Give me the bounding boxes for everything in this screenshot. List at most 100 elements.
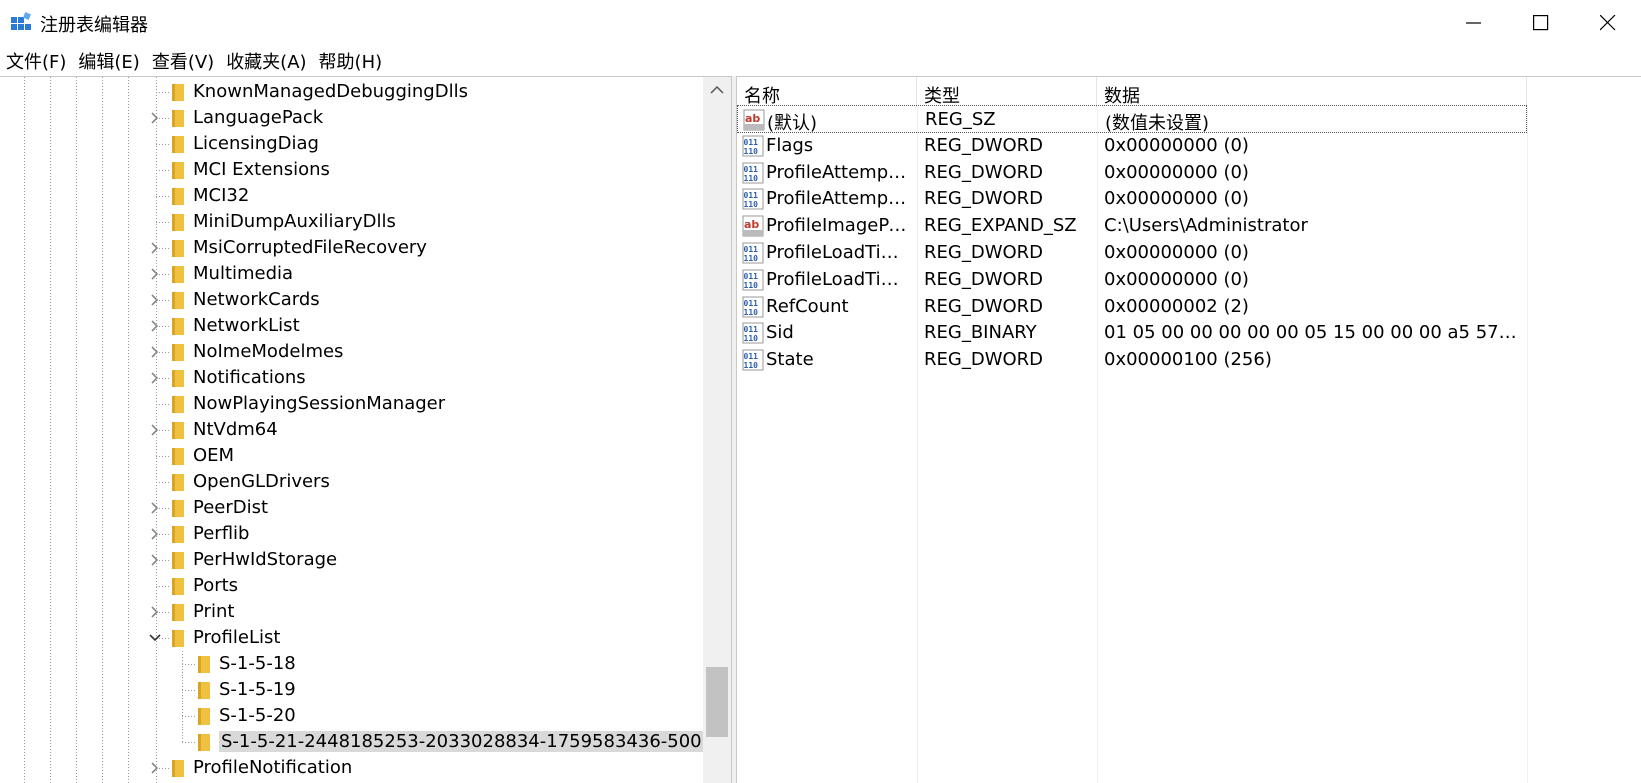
registry-editor-icon bbox=[11, 12, 31, 30]
chevron-right-icon[interactable] bbox=[148, 423, 162, 437]
tree-item[interactable]: Print bbox=[0, 599, 703, 625]
chevron-right-icon[interactable] bbox=[148, 501, 162, 515]
scroll-up-icon[interactable] bbox=[710, 85, 724, 95]
value-row[interactable]: 011110ProfileAttemptedProfileDownloadTim… bbox=[737, 185, 1527, 213]
tree-item[interactable]: LanguagePack bbox=[0, 105, 703, 131]
tree-item[interactable]: OEM bbox=[0, 443, 703, 469]
scrollbar-thumb[interactable] bbox=[706, 667, 728, 737]
menu-help[interactable]: 帮助(H) bbox=[319, 48, 383, 74]
svg-text:011: 011 bbox=[744, 299, 759, 308]
tree-item[interactable]: LicensingDiag bbox=[0, 131, 703, 157]
svg-text:011: 011 bbox=[744, 272, 759, 281]
maximize-button[interactable] bbox=[1508, 0, 1574, 46]
svg-text:011: 011 bbox=[744, 325, 759, 334]
value-type: REG_EXPAND_SZ bbox=[924, 215, 1077, 237]
tree-item[interactable]: NtVdm64 bbox=[0, 417, 703, 443]
tree-item-label: OEM bbox=[193, 445, 235, 466]
value-name: Flags bbox=[766, 134, 814, 156]
tree-item-label: S-1-5-20 bbox=[219, 705, 296, 726]
folder-icon bbox=[172, 344, 184, 361]
column-header-name[interactable]: 名称 bbox=[737, 77, 917, 107]
folder-icon bbox=[172, 760, 184, 777]
column-header-type[interactable]: 类型 bbox=[917, 77, 1097, 107]
value-data: 0x00000000 (0) bbox=[1104, 268, 1249, 290]
tree-item[interactable]: MCI Extensions bbox=[0, 157, 703, 183]
key-tree[interactable]: KnownManagedDebuggingDlls LanguagePack Lic… bbox=[0, 76, 731, 783]
tree-item[interactable]: OpenGLDrivers bbox=[0, 469, 703, 495]
tree-item[interactable]: S-1-5-21-2448185253-2033028834-175958343… bbox=[0, 729, 704, 755]
menu-bar: 文件(F) 编辑(E) 查看(V) 收藏夹(A) 帮助(H) bbox=[0, 46, 1641, 76]
chevron-right-icon[interactable] bbox=[148, 111, 162, 125]
close-button[interactable] bbox=[1575, 0, 1641, 46]
menu-edit[interactable]: 编辑(E) bbox=[78, 48, 139, 74]
minimize-button[interactable] bbox=[1441, 0, 1507, 46]
tree-item[interactable]: MiniDumpAuxiliaryDlls bbox=[0, 209, 703, 235]
value-row[interactable]: 011110ProfileLoadTimeHighREG_DWORD0x0000… bbox=[737, 239, 1527, 267]
tree-item[interactable]: PerHwIdStorage bbox=[0, 547, 703, 573]
value-type: REG_DWORD bbox=[924, 134, 1044, 156]
values-list[interactable]: 名称 类型 数据 ab (默认) REG_SZ (数值未设置) 011 110 Flags R… bbox=[737, 76, 1641, 783]
tree-item[interactable]: NowPlayingSessionManager bbox=[0, 391, 703, 417]
string-value-icon: ab bbox=[742, 215, 764, 237]
chevron-right-icon[interactable] bbox=[148, 761, 162, 775]
tree-item[interactable]: Multimedia bbox=[0, 261, 703, 287]
folder-icon bbox=[198, 708, 210, 725]
tree-item[interactable]: Ports bbox=[0, 573, 703, 599]
menu-view[interactable]: 查看(V) bbox=[152, 48, 214, 74]
value-row[interactable]: 011 110 RefCount REG_DWORD 0x00000002 (2) bbox=[737, 293, 1527, 321]
column-header-data[interactable]: 数据 bbox=[1097, 77, 1527, 107]
binary-value-icon: 011110 bbox=[742, 269, 764, 291]
svg-text:110: 110 bbox=[744, 308, 759, 317]
tree-item[interactable]: MsiCorruptedFileRecovery bbox=[0, 235, 703, 261]
tree-item[interactable]: ProfileNotification bbox=[0, 755, 703, 781]
value-row[interactable]: ab (默认) REG_SZ (数值未设置) bbox=[737, 105, 1527, 134]
menu-file[interactable]: 文件(F) bbox=[6, 48, 66, 74]
value-type: REG_DWORD bbox=[924, 349, 1044, 371]
folder-icon bbox=[172, 578, 184, 595]
tree-item-label: PerHwIdStorage bbox=[193, 549, 338, 570]
folder-icon bbox=[172, 84, 184, 101]
tree-item-label: Print bbox=[193, 601, 235, 622]
value-row[interactable]: 011 110 Flags REG_DWORD 0x00000000 (0) bbox=[737, 132, 1527, 160]
value-data: 01 05 00 00 00 00 00 05 15 00 00 00 a5 5… bbox=[1104, 322, 1522, 344]
value-row[interactable]: 011110ProfileLoadTimeLowREG_DWORD0x00000… bbox=[737, 266, 1527, 294]
folder-icon bbox=[172, 422, 184, 439]
tree-item-label: MCI Extensions bbox=[193, 159, 330, 180]
chevron-right-icon[interactable] bbox=[148, 267, 162, 281]
chevron-right-icon[interactable] bbox=[148, 319, 162, 333]
value-row[interactable]: 011 110 State REG_DWORD 0x00000100 (256) bbox=[737, 346, 1527, 374]
value-name: ProfileAttemptedProfileDownloadTimeLow bbox=[766, 188, 913, 210]
tree-item[interactable]: ProfileList bbox=[0, 625, 703, 651]
tree-item[interactable]: Notifications bbox=[0, 365, 703, 391]
chevron-down-icon[interactable] bbox=[148, 631, 162, 645]
menu-favorites[interactable]: 收藏夹(A) bbox=[226, 48, 306, 74]
tree-item[interactable]: S-1-5-19 bbox=[0, 677, 703, 703]
tree-item[interactable]: NetworkList bbox=[0, 313, 703, 339]
tree-item[interactable]: NoImeModelmes bbox=[0, 339, 703, 365]
chevron-right-icon[interactable] bbox=[148, 293, 162, 307]
chevron-right-icon[interactable] bbox=[148, 345, 162, 359]
tree-item-label: ProfileList bbox=[193, 627, 281, 648]
tree-item-label: OpenGLDrivers bbox=[193, 471, 330, 492]
tree-item[interactable]: S-1-5-20 bbox=[0, 703, 703, 729]
tree-scrollbar[interactable] bbox=[703, 77, 731, 783]
tree-item[interactable]: S-1-5-18 bbox=[0, 651, 703, 677]
folder-icon bbox=[198, 682, 210, 699]
chevron-right-icon[interactable] bbox=[148, 553, 162, 567]
tree-item[interactable]: KnownManagedDebuggingDlls bbox=[0, 79, 703, 105]
chevron-right-icon[interactable] bbox=[148, 605, 162, 619]
folder-icon bbox=[198, 734, 210, 751]
chevron-right-icon[interactable] bbox=[148, 241, 162, 255]
value-row[interactable]: ab ProfileImagePath REG_EXPAND_SZ C:\Users\… bbox=[737, 212, 1527, 240]
value-name: Sid bbox=[766, 322, 794, 344]
chevron-right-icon[interactable] bbox=[148, 371, 162, 385]
svg-text:110: 110 bbox=[744, 200, 759, 209]
tree-item[interactable]: PeerDist bbox=[0, 495, 703, 521]
tree-item[interactable]: MCI32 bbox=[0, 183, 703, 209]
value-row[interactable]: 011 110 Sid REG_BINARY 01 05 00 00 00 00 00 … bbox=[737, 319, 1527, 347]
tree-item[interactable]: NetworkCards bbox=[0, 287, 703, 313]
value-data: 0x00000000 (0) bbox=[1104, 161, 1249, 183]
tree-item[interactable]: Perflib bbox=[0, 521, 703, 547]
chevron-right-icon[interactable] bbox=[148, 527, 162, 541]
value-row[interactable]: 011110ProfileAttemptedProfileDownloadTim… bbox=[737, 159, 1527, 187]
